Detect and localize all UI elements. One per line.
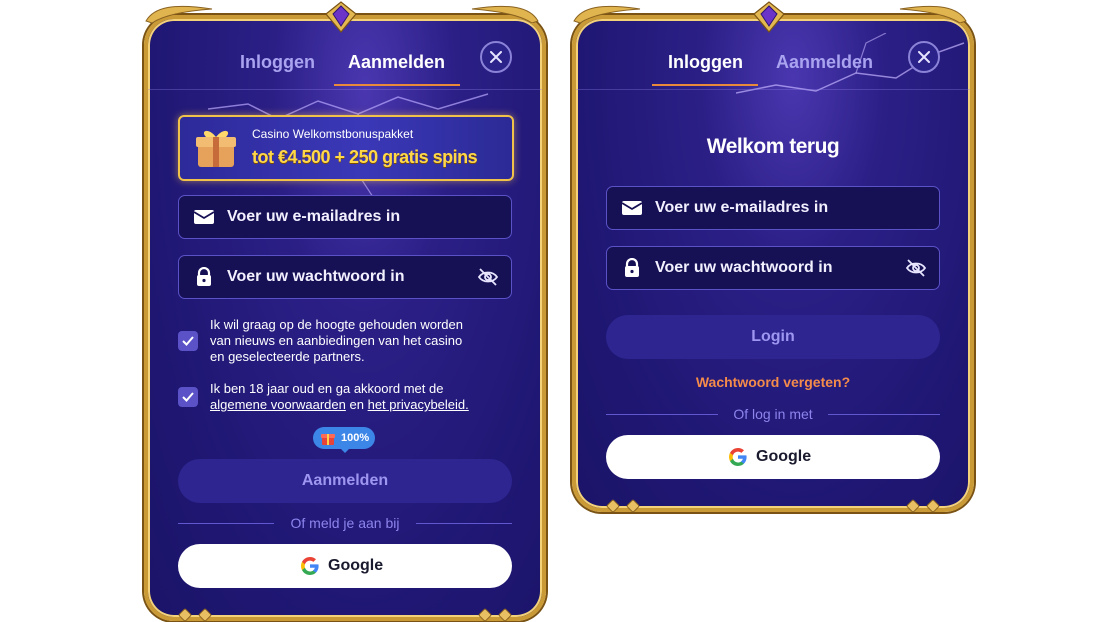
gift-icon <box>196 130 236 167</box>
banner-title: Casino Welkomstbonuspakket <box>252 127 414 141</box>
checkmark-icon <box>182 392 194 402</box>
gift-icon <box>321 434 335 445</box>
newsletter-label: Ik wil graag op de hoogte gehouden worde… <box>210 317 463 364</box>
email-field[interactable]: Voer uw e-mailadres in <box>606 186 940 230</box>
password-placeholder: Voer uw wachtwoord in <box>655 259 833 276</box>
tab-aanmelden[interactable]: Aanmelden <box>776 52 873 73</box>
google-label: Google <box>328 557 384 574</box>
tabs-divider <box>148 89 542 90</box>
tabs-divider <box>576 89 970 90</box>
signup-modal: Inloggen Aanmelden Casino Welkomstbonusp… <box>144 15 546 621</box>
password-field[interactable]: Voer uw wachtwoord in <box>606 246 940 290</box>
or-divider: Of meld je aan bij <box>178 514 512 532</box>
login-button[interactable]: Login <box>606 315 940 359</box>
checkmark-icon <box>182 336 194 346</box>
terms-label: Ik ben 18 jaar oud en ga akkoord met de … <box>210 381 469 412</box>
welcome-heading: Welkom terug <box>706 135 840 158</box>
mail-icon <box>193 210 215 224</box>
google-icon <box>729 448 747 466</box>
tab-inloggen[interactable]: Inloggen <box>668 52 743 73</box>
tab-inloggen[interactable]: Inloggen <box>240 52 315 73</box>
aanmelden-button[interactable]: Aanmelden <box>178 459 512 503</box>
wing-ornament-left <box>573 5 641 23</box>
tab-aanmelden[interactable]: Aanmelden <box>348 52 445 73</box>
terms-link[interactable]: algemene voorwaarden <box>210 397 346 412</box>
google-login-button[interactable]: Google <box>606 435 940 479</box>
password-field[interactable]: Voer uw wachtwoord in <box>178 255 512 299</box>
gem-ornament <box>753 1 785 33</box>
active-tab-indicator <box>652 84 758 86</box>
forgot-password-link[interactable]: Wachtwoord vergeten? <box>576 374 970 390</box>
active-tab-indicator <box>334 84 460 86</box>
google-signup-button[interactable]: Google <box>178 544 512 588</box>
privacy-link[interactable]: het privacybeleid. <box>368 397 469 412</box>
wing-ornament-right <box>471 5 539 23</box>
password-placeholder: Voer uw wachtwoord in <box>227 268 405 285</box>
lock-icon <box>197 267 211 286</box>
newsletter-checkbox[interactable] <box>178 331 198 351</box>
login-modal: Inloggen Aanmelden Welkom terug Voer uw … <box>572 15 974 512</box>
email-placeholder: Voer uw e-mailadres in <box>655 199 829 216</box>
close-icon <box>918 51 930 63</box>
wing-ornament-left <box>145 5 213 23</box>
email-placeholder: Voer uw e-mailadres in <box>227 208 401 225</box>
terms-checkbox[interactable] <box>178 387 198 407</box>
google-icon <box>301 557 319 575</box>
mail-icon <box>621 201 643 215</box>
eye-off-icon[interactable] <box>477 266 499 288</box>
close-icon <box>490 51 502 63</box>
welcome-bonus-banner[interactable]: Casino Welkomstbonuspakket tot €4.500 + … <box>178 115 514 181</box>
eye-off-icon[interactable] <box>905 257 927 279</box>
email-field[interactable]: Voer uw e-mailadres in <box>178 195 512 239</box>
banner-offer: tot €4.500 + 250 gratis spins <box>252 147 478 167</box>
close-button[interactable] <box>908 41 940 73</box>
or-divider: Of log in met <box>606 405 940 423</box>
lock-icon <box>625 258 639 277</box>
gem-ornament <box>325 1 357 33</box>
wing-ornament-right <box>899 5 967 23</box>
close-button[interactable] <box>480 41 512 73</box>
google-label: Google <box>756 448 812 465</box>
bonus-badge: 100% <box>313 427 375 453</box>
